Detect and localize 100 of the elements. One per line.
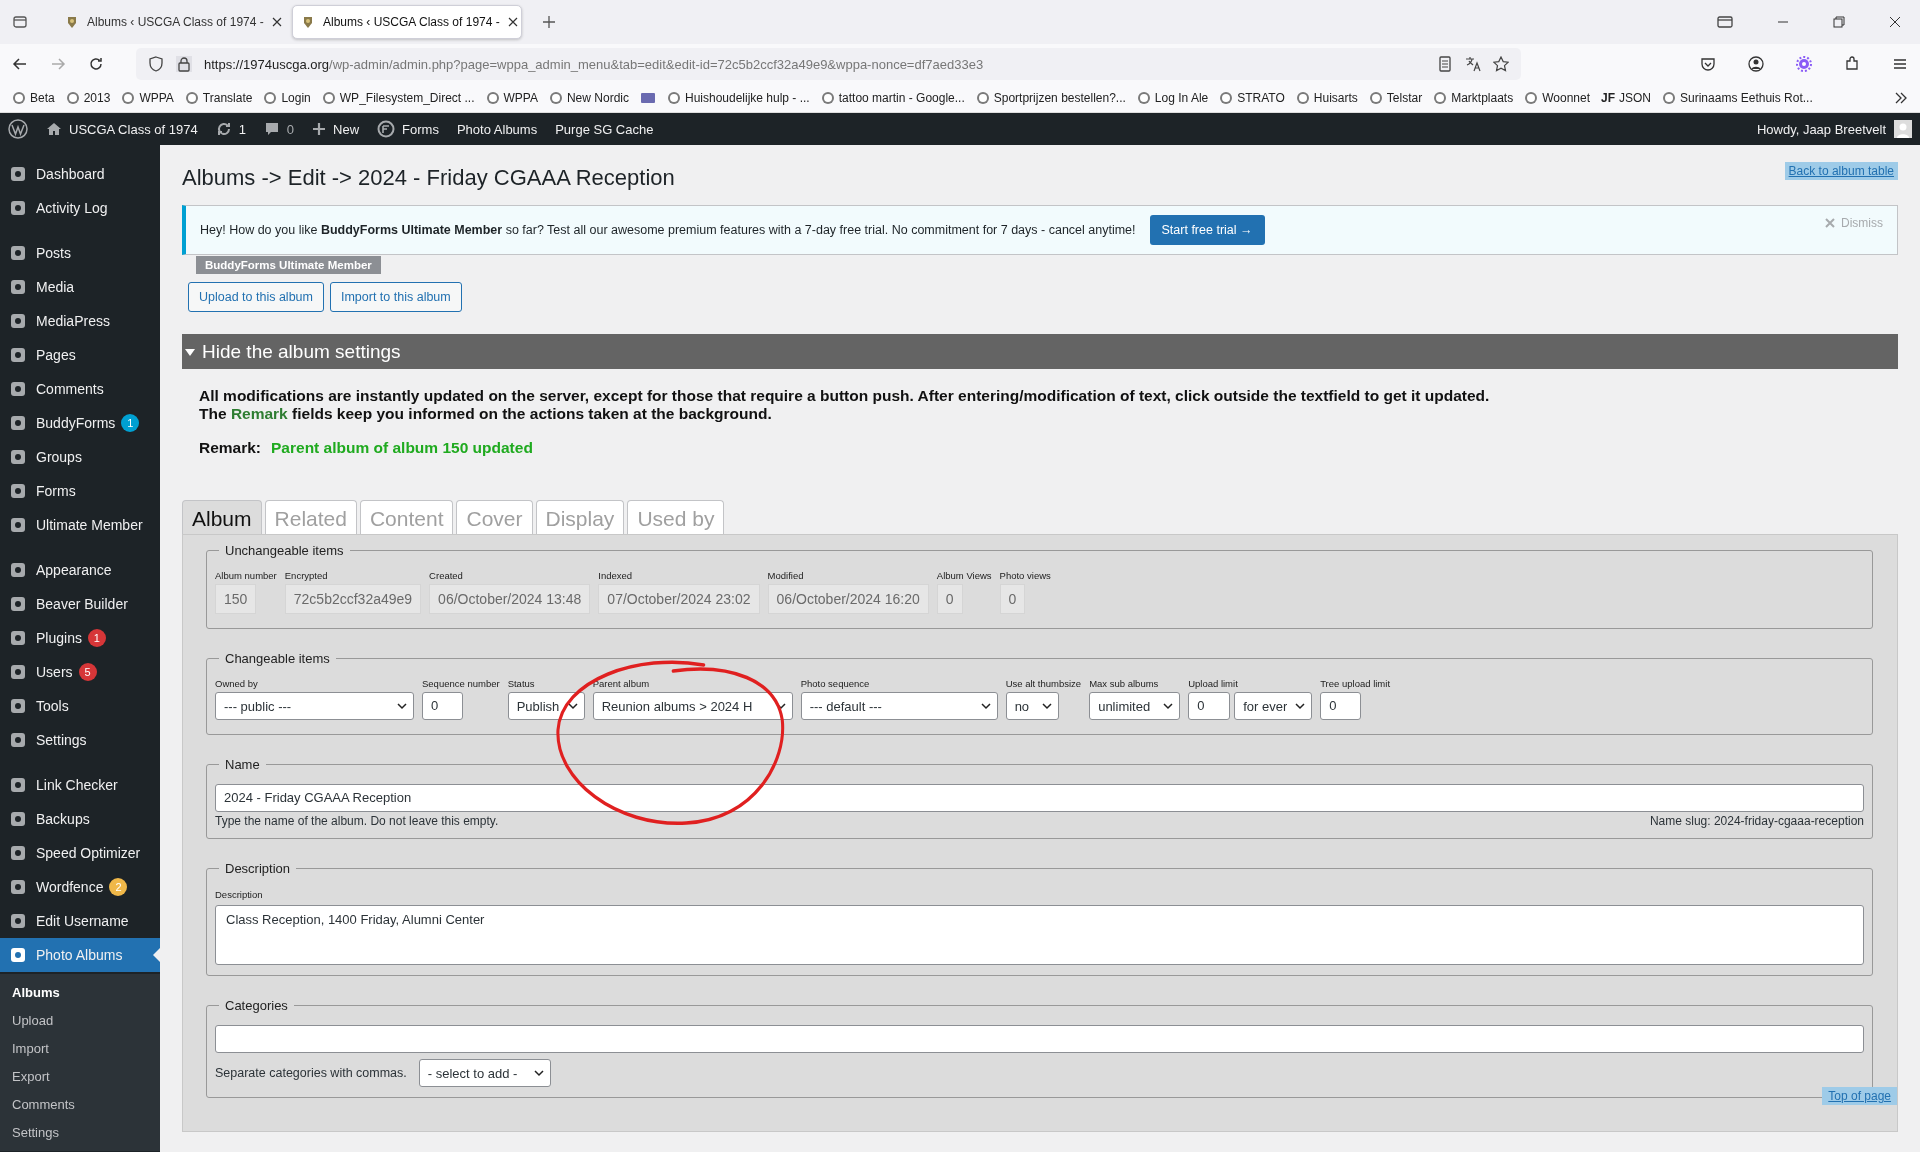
chevrons-icon[interactable] — [1894, 91, 1908, 105]
sidebar-item[interactable]: Wordfence 2 — [0, 870, 160, 904]
gear-icon[interactable] — [1796, 56, 1812, 72]
bookmark-icon[interactable] — [639, 90, 656, 106]
sidebar-item[interactable]: Beaver Builder — [0, 587, 160, 621]
reload-icon[interactable] — [88, 56, 104, 72]
bookmark[interactable]: Huishoudelijke hulp - ... — [666, 91, 810, 105]
dropdown[interactable]: - select to add - — [418, 1059, 551, 1087]
shield-icon[interactable] — [148, 56, 164, 72]
wordpress-logo-icon[interactable] — [8, 119, 28, 139]
new-link[interactable]: New — [312, 121, 360, 137]
dropdown[interactable]: for ever — [1234, 692, 1313, 720]
bookmark[interactable]: Woonnet — [1524, 91, 1590, 105]
sidebar-item[interactable]: Plugins 1 — [0, 621, 160, 655]
submenu-item[interactable]: Albums — [0, 979, 160, 1007]
admin-bar-link[interactable]: Photo Albums — [456, 121, 538, 137]
submenu-item[interactable]: Settings — [0, 1119, 160, 1147]
bookmark[interactable]: Huisarts — [1295, 91, 1358, 105]
bookmark[interactable]: Translate — [184, 91, 253, 105]
sidebar-item[interactable]: Photo Albums — [0, 938, 160, 972]
bookmark[interactable]: WPPA — [485, 91, 538, 105]
start-trial-button[interactable]: Start free trial → — [1149, 215, 1265, 245]
description-field[interactable]: Class Reception, 1400 Friday, Alumni Center — [215, 905, 1864, 965]
submenu-item[interactable]: Import — [0, 1035, 160, 1063]
album-action-button[interactable]: Upload to this album — [188, 282, 324, 312]
sidebar-item[interactable]: Ultimate Member — [0, 508, 160, 542]
sidebar-item[interactable]: Speed Optimizer — [0, 836, 160, 870]
sidebar-item[interactable]: Users 5 — [0, 655, 160, 689]
album-action-button[interactable]: Import to this album — [329, 282, 462, 312]
bookmark[interactable]: Telstar — [1368, 91, 1423, 105]
sidebar-item[interactable]: MediaPress — [0, 304, 160, 338]
close-icon[interactable] — [1889, 16, 1901, 28]
translate-icon[interactable] — [1465, 56, 1481, 72]
dropdown[interactable]: --- default --- — [800, 692, 998, 720]
tab-list-icon[interactable] — [12, 14, 28, 30]
input-field[interactable]: 0 — [422, 692, 463, 720]
restore-icon[interactable] — [1833, 16, 1845, 28]
submenu-item[interactable]: Export — [0, 1063, 160, 1091]
bookmark[interactable]: Login — [263, 91, 311, 105]
comments-link[interactable]: 0 — [263, 121, 295, 137]
site-link[interactable]: USCGA Class of 1974 — [46, 121, 198, 137]
sidebar-item[interactable]: Tools — [0, 689, 160, 723]
bookmark[interactable]: WPPA — [121, 91, 174, 105]
greeting-link[interactable]: Howdy, Jaap Breetvelt — [1756, 121, 1886, 137]
admin-bar-link[interactable]: Forms — [377, 120, 439, 138]
admin-bar-link[interactable]: Purge SG Cache — [555, 121, 654, 137]
settings-toggle-bar[interactable]: Hide the album settings — [182, 334, 1898, 369]
sidebar-item[interactable]: Groups — [0, 440, 160, 474]
bookmark[interactable]: Surinaams Eethuis Rot... — [1662, 91, 1813, 105]
categories-field[interactable] — [215, 1025, 1864, 1053]
sidebar-item[interactable]: Edit Username — [0, 904, 160, 938]
tab[interactable]: Album — [182, 500, 262, 534]
bookmark[interactable]: 2013 — [65, 91, 111, 105]
bookmark[interactable]: Marktplaats — [1433, 91, 1514, 105]
bookmark[interactable]: tattoo martin - Google... — [820, 91, 965, 105]
close-icon[interactable] — [271, 17, 282, 27]
back-arrow-icon[interactable] — [12, 56, 28, 72]
sidebar-item[interactable]: Link Checker — [0, 768, 160, 802]
close-icon[interactable] — [507, 17, 518, 27]
updates-link[interactable]: 1 — [215, 121, 246, 137]
dropdown[interactable]: Reunion albums > 2024 H — [592, 692, 793, 720]
submenu-item[interactable]: Comments — [0, 1091, 160, 1119]
bookmark[interactable]: Log In Ale — [1136, 91, 1209, 105]
reader-view-icon[interactable] — [1437, 56, 1453, 72]
browser-tab[interactable]: Albums ‹ USCGA Class of 1974 - — [56, 5, 286, 39]
puzzle-icon[interactable] — [1844, 56, 1860, 72]
bookmark[interactable]: New Nordic — [548, 91, 629, 105]
browser-tab[interactable]: Albums ‹ USCGA Class of 1974 - — [292, 5, 522, 39]
sidebar-item[interactable]: Comments — [0, 372, 160, 406]
sidebar-item[interactable]: Dashboard — [0, 157, 160, 191]
dropdown[interactable]: unlimited — [1089, 692, 1181, 720]
sidebar-item[interactable]: Backups — [0, 802, 160, 836]
menu-icon[interactable] — [1892, 56, 1908, 72]
pocket-icon[interactable] — [1700, 56, 1716, 72]
sidebar-item[interactable]: Forms — [0, 474, 160, 508]
sidebar-item[interactable]: Media — [0, 270, 160, 304]
sidebar-item[interactable]: Pages — [0, 338, 160, 372]
sidebar-item[interactable]: Appearance — [0, 553, 160, 587]
sidebar-item[interactable]: Settings — [0, 723, 160, 757]
dropdown[interactable]: Publish — [507, 692, 585, 720]
name-field[interactable]: 2024 - Friday CGAAA Reception — [215, 784, 1864, 812]
bookmark[interactable]: Beta — [12, 91, 55, 105]
account-icon[interactable] — [1748, 56, 1764, 72]
input-field[interactable]: 0 — [1320, 692, 1362, 720]
sidebar-item[interactable]: Activity Log — [0, 191, 160, 225]
plus-icon[interactable] — [542, 15, 556, 29]
dropdown[interactable]: --- public --- — [215, 692, 414, 720]
window-icon[interactable] — [1717, 14, 1733, 30]
dropdown[interactable]: no — [1005, 692, 1059, 720]
bookmark[interactable]: JF JSON — [1601, 91, 1652, 105]
address-bar[interactable]: https://1974uscga.org/wp-admin/admin.php?page=wppa_admin_menu&tab=edit&edit-id=72c5b2ccf32a49e9&wppa-nonce=df7aed33e3 — [136, 48, 1521, 80]
bookmark[interactable]: STRATO — [1219, 91, 1285, 105]
sidebar-item[interactable]: BuddyForms 1 — [0, 406, 160, 440]
bookmark[interactable]: Sportprijzen bestellen?... — [975, 91, 1126, 105]
star-icon[interactable] — [1493, 56, 1509, 72]
submenu-item[interactable]: Upload — [0, 1007, 160, 1035]
input-field[interactable]: 0 — [1188, 692, 1231, 720]
bookmark[interactable]: WP_Filesystem_Direct ... — [321, 91, 475, 105]
sidebar-item[interactable]: Posts — [0, 236, 160, 270]
lock-icon[interactable] — [176, 56, 192, 72]
